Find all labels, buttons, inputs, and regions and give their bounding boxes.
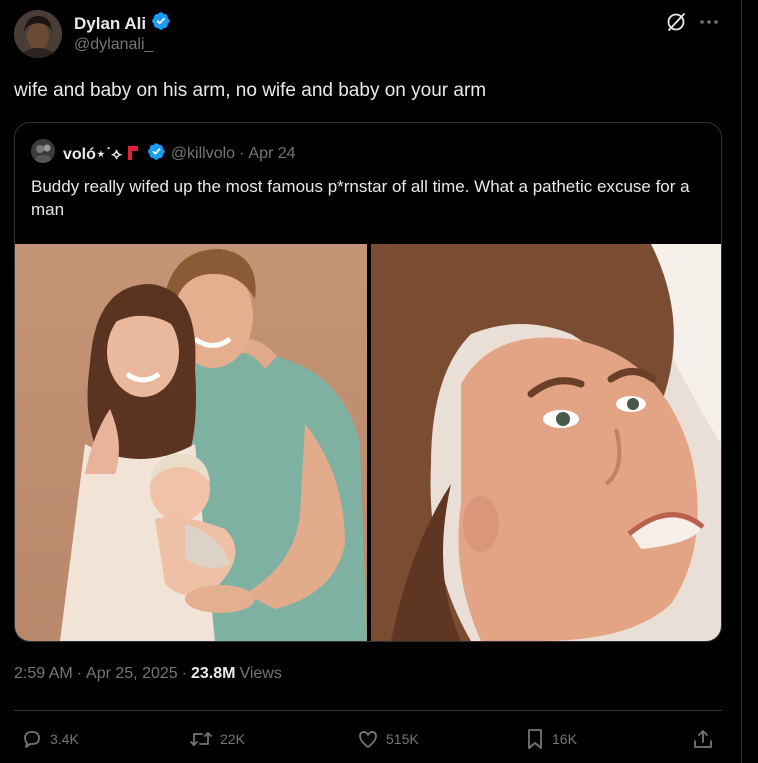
separator: ·: [181, 665, 187, 682]
tweet-timestamp-row: 2:59 AM · Apr 25, 2025 · 23.8M Views: [14, 665, 282, 683]
bookmark-count: 16K: [552, 731, 577, 747]
verified-badge-icon: [151, 11, 171, 36]
photo-couple-with-baby[interactable]: [15, 244, 367, 641]
views-count[interactable]: 23.8M: [191, 665, 235, 683]
views-label: Views: [239, 665, 282, 682]
author-name-row[interactable]: Dylan Ali: [74, 11, 171, 36]
quoted-tweet-card[interactable]: voló⋆˙⟡ @killvolo · Apr 24 Buddy really …: [14, 122, 722, 642]
column-divider: [741, 0, 742, 763]
action-bar-divider: [14, 710, 722, 711]
bookmark-button[interactable]: 16K: [524, 727, 577, 751]
tweet-text: wife and baby on his arm, no wife and ba…: [14, 80, 487, 101]
like-count: 515K: [386, 731, 419, 747]
quoted-meta: @killvolo · Apr 24: [171, 145, 296, 163]
more-icon[interactable]: [697, 10, 721, 34]
reply-count: 3.4K: [50, 731, 79, 747]
separator: ·: [239, 145, 245, 162]
author-name[interactable]: Dylan Ali: [74, 14, 146, 34]
red-flag-icon: [126, 143, 140, 166]
like-button[interactable]: 515K: [356, 727, 419, 751]
tweet-date[interactable]: Apr 25, 2025: [86, 665, 178, 683]
share-button[interactable]: [691, 727, 715, 751]
quoted-author-name[interactable]: voló⋆˙⟡: [63, 144, 122, 164]
quoted-date[interactable]: Apr 24: [248, 145, 295, 163]
separator: ·: [76, 665, 83, 682]
repost-button[interactable]: 22K: [188, 727, 245, 751]
bookmark-icon: [524, 727, 546, 751]
author-handle[interactable]: @dylanali_: [74, 36, 153, 54]
quoted-tweet-text: Buddy really wifed up the most famous p*…: [31, 177, 690, 219]
repost-icon: [188, 727, 214, 751]
grok-icon[interactable]: [664, 10, 688, 34]
photo-closeup-face[interactable]: [371, 244, 721, 641]
share-icon: [691, 727, 715, 751]
heart-icon: [356, 727, 380, 751]
quoted-author-handle[interactable]: @killvolo: [171, 145, 235, 163]
reply-icon: [20, 727, 44, 751]
quoted-header: voló⋆˙⟡ @killvolo · Apr 24: [63, 142, 296, 166]
reply-button[interactable]: 3.4K: [20, 727, 79, 751]
author-avatar[interactable]: [14, 10, 62, 58]
quoted-author-avatar[interactable]: [31, 139, 55, 163]
tweet-time[interactable]: 2:59 AM: [14, 665, 73, 683]
verified-badge-icon: [147, 142, 166, 166]
repost-count: 22K: [220, 731, 245, 747]
